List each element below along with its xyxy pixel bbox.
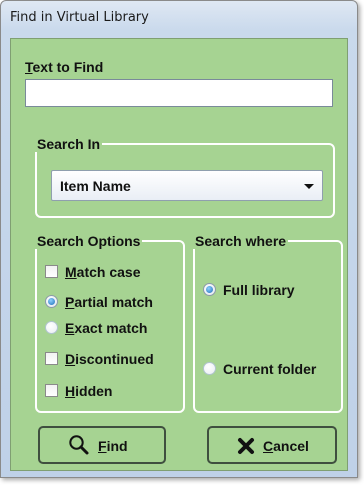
exact-match-label-text: xact match	[74, 320, 148, 336]
find-mnemonic: F	[98, 438, 107, 454]
exact-match-label: Exact match	[65, 320, 148, 336]
cancel-button[interactable]: Cancel	[207, 426, 337, 464]
dialog-body: Text to Find Search In Item Name Search …	[10, 38, 348, 471]
text-to-find-label: Text to Find	[25, 59, 103, 75]
hidden-checkbox[interactable]	[45, 384, 58, 397]
partial-match-mnemonic: P	[65, 294, 75, 310]
exact-match-mnemonic: E	[65, 320, 75, 336]
find-button-label: Find	[98, 438, 128, 454]
exact-match-radio[interactable]	[45, 321, 58, 334]
text-to-find-label-text: ext to Find	[32, 59, 104, 75]
match-case-label: Match case	[65, 264, 141, 280]
hidden-mnemonic: H	[65, 383, 76, 399]
partial-match-radio[interactable]	[45, 295, 58, 308]
partial-match-label-text: artial match	[74, 294, 153, 310]
full-library-label: Full library	[223, 282, 295, 298]
search-in-selected-value: Item Name	[60, 178, 131, 194]
search-options-group: Search Options Match case Partial match …	[35, 233, 185, 413]
cancel-mnemonic: C	[263, 438, 274, 454]
find-button-text: ind	[106, 438, 128, 454]
partial-match-label: Partial match	[65, 294, 153, 310]
search-in-group: Search In Item Name	[35, 136, 335, 218]
cancel-button-text: ancel	[273, 438, 309, 454]
discontinued-checkbox[interactable]	[45, 352, 58, 365]
search-where-group: Search where Full library Current folder	[193, 233, 343, 413]
match-case-mnemonic: M	[65, 264, 77, 280]
magnifier-icon	[68, 434, 90, 461]
hidden-label-text: idden	[75, 383, 113, 399]
match-case-label-text: atch case	[76, 264, 141, 280]
match-case-checkbox[interactable]	[45, 265, 58, 278]
cancel-button-label: Cancel	[263, 438, 309, 454]
search-in-legend: Search In	[37, 136, 101, 152]
title-bar[interactable]: Find in Virtual Library	[1, 1, 357, 35]
current-folder-label: Current folder	[223, 361, 317, 377]
current-folder-radio[interactable]	[203, 362, 216, 375]
search-options-legend: Search Options	[37, 233, 141, 249]
find-button[interactable]: Find	[38, 426, 166, 464]
discontinued-label-text: iscontinued	[75, 351, 154, 367]
dropdown-arrow-icon[interactable]	[304, 184, 314, 189]
find-dialog: Find in Virtual Library Text to Find Sea…	[0, 0, 358, 478]
x-icon	[237, 437, 255, 460]
window-title: Find in Virtual Library	[10, 10, 149, 25]
discontinued-mnemonic: D	[65, 351, 76, 367]
text-to-find-input[interactable]	[25, 79, 333, 107]
discontinued-label: Discontinued	[65, 351, 154, 367]
search-in-dropdown[interactable]: Item Name	[51, 170, 323, 201]
text-to-find-mnemonic: T	[25, 59, 33, 75]
hidden-label: Hidden	[65, 383, 112, 399]
search-where-legend: Search where	[195, 233, 287, 249]
full-library-radio[interactable]	[203, 283, 216, 296]
